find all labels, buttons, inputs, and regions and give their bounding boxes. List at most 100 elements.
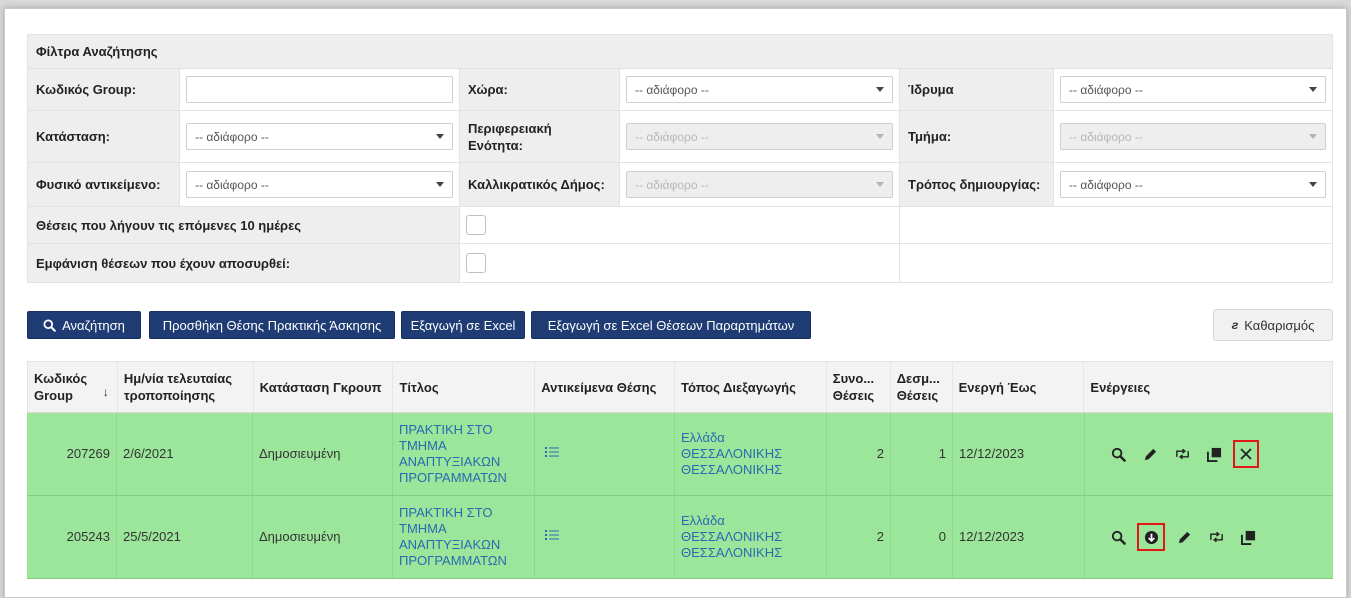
region-label: Περιφερειακή Ενότητα:: [460, 111, 620, 162]
add-position-button[interactable]: Προσθήκη Θέσης Πρακτικής Άσκησης: [149, 311, 395, 339]
chevron-down-icon: [876, 182, 884, 187]
cell-title[interactable]: ΠΡΑΚΤΙΚΗ ΣΤΟ ΤΜΗΜΑ ΑΝΑΠΤΥΞΙΑΚΩΝ ΠΡΟΓΡΑΜΜ…: [393, 413, 535, 495]
edit-icon[interactable]: [1139, 443, 1161, 465]
table-header: Κωδικός Group ↓ Ημ/νία τελευταίας τροποπ…: [27, 361, 1333, 413]
retweet-icon[interactable]: [1205, 526, 1227, 548]
physical-object-label: Φυσικό αντικείμενο:: [28, 163, 180, 206]
chevron-down-icon: [876, 134, 884, 139]
header-group-code[interactable]: Κωδικός Group ↓: [28, 362, 118, 412]
filter-row-1: Κωδικός Group: Χώρα: -- αδιάφορο -- Ίδρυ…: [28, 69, 1332, 111]
cell-group-status: Δημοσιευμένη: [253, 413, 393, 495]
view-icon[interactable]: [1107, 443, 1129, 465]
country-select-value: -- αδιάφορο --: [635, 82, 709, 97]
withdrawn-checkbox[interactable]: [466, 253, 486, 273]
clone-icon[interactable]: [1203, 443, 1225, 465]
refresh-icon: ƨ: [1231, 318, 1239, 332]
group-code-label: Κωδικός Group:: [28, 69, 180, 110]
cell-position-objects: [535, 413, 675, 495]
country-label: Χώρα:: [460, 69, 620, 110]
physical-object-select-value: -- αδιάφορο --: [195, 177, 269, 192]
cell-bound-positions: 1: [891, 413, 953, 495]
physical-object-cell: -- αδιάφορο --: [180, 163, 460, 206]
filter-row-2: Κατάσταση: -- αδιάφορο -- Περιφερειακή Ε…: [28, 111, 1332, 163]
department-select: -- αδιάφορο --: [1060, 123, 1326, 150]
creation-method-cell: -- αδιάφορο --: [1054, 163, 1332, 206]
department-cell: -- αδιάφορο --: [1054, 111, 1332, 162]
expiring-cell: [460, 207, 900, 243]
search-button-label: Αναζήτηση: [62, 317, 125, 333]
country-select[interactable]: -- αδιάφορο --: [626, 76, 893, 103]
header-actions: Ενέργειες: [1090, 379, 1151, 395]
cell-group-status: Δημοσιευμένη: [253, 496, 393, 578]
cell-last-modified: 25/5/2021: [117, 496, 253, 578]
institution-select[interactable]: -- αδιάφορο --: [1060, 76, 1326, 103]
edit-icon[interactable]: [1173, 526, 1195, 548]
department-label: Τμήμα:: [900, 111, 1054, 162]
institution-select-value: -- αδιάφορο --: [1069, 82, 1143, 97]
header-bound-positions[interactable]: Δεσμ... Θέσεις: [891, 362, 953, 412]
creation-method-label: Τρόπος δημιουργίας:: [900, 163, 1054, 206]
expiring-checkbox[interactable]: [466, 215, 486, 235]
delete-icon[interactable]: [1233, 440, 1259, 468]
municipality-select: -- αδιάφορο --: [626, 171, 893, 198]
chevron-down-icon: [1309, 182, 1317, 187]
retweet-icon[interactable]: [1171, 443, 1193, 465]
header-active-until[interactable]: Ενεργή Έως: [953, 362, 1085, 412]
physical-object-select[interactable]: -- αδιάφορο --: [186, 171, 453, 198]
view-icon[interactable]: [1107, 526, 1129, 548]
export-excel-branches-button[interactable]: Εξαγωγή σε Excel Θέσεων Παραρτημάτων: [531, 311, 811, 339]
header-group-status[interactable]: Κατάσταση Γκρουπ: [254, 362, 394, 412]
institution-cell: -- αδιάφορο --: [1054, 69, 1332, 110]
cell-location: Ελλάδα ΘΕΣΣΑΛΟΝΙΚΗΣ ΘΕΣΣΑΛΟΝΙΚΗΣ: [675, 496, 827, 578]
empty-cell: [900, 244, 1332, 282]
search-icon: [43, 318, 56, 332]
cell-active-until: 12/12/2023: [953, 496, 1085, 578]
export-excel-button[interactable]: Εξαγωγή σε Excel: [401, 311, 525, 339]
header-position-objects[interactable]: Αντικείμενα Θέσης: [535, 362, 676, 412]
cell-active-until: 12/12/2023: [953, 413, 1085, 495]
list-icon[interactable]: [541, 529, 559, 545]
withdraw-icon[interactable]: [1137, 523, 1165, 551]
municipality-label: Καλλικρατικός Δήμος:: [460, 163, 620, 206]
clone-icon[interactable]: [1237, 526, 1259, 548]
cell-actions: [1085, 413, 1333, 495]
cell-position-objects: [535, 496, 675, 578]
filter-row-4: Θέσεις που λήγουν τις επόμενες 10 ημέρες: [28, 207, 1332, 244]
withdrawn-label: Εμφάνιση θέσεων που έχουν αποσυρθεί:: [28, 244, 460, 282]
list-icon[interactable]: [541, 446, 559, 462]
empty-cell: [900, 207, 1332, 243]
table-row: 207269 2/6/2021 Δημοσιευμένη ΠΡΑΚΤΙΚΗ ΣΤ…: [27, 413, 1333, 496]
filter-row-5: Εμφάνιση θέσεων που έχουν αποσυρθεί:: [28, 244, 1332, 282]
municipality-select-value: -- αδιάφορο --: [635, 177, 709, 192]
chevron-down-icon: [436, 134, 444, 139]
status-select-value: -- αδιάφορο --: [195, 129, 269, 144]
clear-button[interactable]: ƨ Καθαρισμός: [1213, 309, 1333, 341]
cell-group-code: 205243: [27, 496, 117, 578]
group-code-input[interactable]: [186, 76, 453, 103]
cell-title[interactable]: ΠΡΑΚΤΙΚΗ ΣΤΟ ΤΜΗΜΑ ΑΝΑΠΤΥΞΙΑΚΩΝ ΠΡΟΓΡΑΜΜ…: [393, 496, 535, 578]
country-cell: -- αδιάφορο --: [620, 69, 900, 110]
cell-total-positions: 2: [827, 413, 891, 495]
filters-title: Φίλτρα Αναζήτησης: [28, 35, 1332, 69]
institution-label: Ίδρυμα: [900, 69, 1054, 110]
status-select[interactable]: -- αδιάφορο --: [186, 123, 453, 150]
header-total-positions[interactable]: Συνο... Θέσεις: [827, 362, 891, 412]
search-filters-panel: Φίλτρα Αναζήτησης Κωδικός Group: Χώρα: -…: [27, 34, 1333, 283]
header-location[interactable]: Τόπος Διεξαγωγής: [675, 362, 827, 412]
header-last-modified[interactable]: Ημ/νία τελευταίας τροποποίησης: [118, 362, 254, 412]
creation-method-select[interactable]: -- αδιάφορο --: [1060, 171, 1326, 198]
municipality-cell: -- αδιάφορο --: [620, 163, 900, 206]
chevron-down-icon: [436, 182, 444, 187]
group-code-cell: [180, 69, 460, 110]
cell-location: Ελλάδα ΘΕΣΣΑΛΟΝΙΚΗΣ ΘΕΣΣΑΛΟΝΙΚΗΣ: [675, 413, 827, 495]
header-group-code-label: Κωδικός Group: [34, 371, 88, 403]
table-row: 205243 25/5/2021 Δημοσιευμένη ΠΡΑΚΤΙΚΗ Σ…: [27, 496, 1333, 579]
cell-group-code: 207269: [27, 413, 117, 495]
department-select-value: -- αδιάφορο --: [1069, 129, 1143, 144]
region-select-value: -- αδιάφορο --: [635, 129, 709, 144]
cell-last-modified: 2/6/2021: [117, 413, 253, 495]
header-title[interactable]: Τίτλος: [393, 362, 536, 412]
region-select: -- αδιάφορο --: [626, 123, 893, 150]
clear-button-label: Καθαρισμός: [1244, 317, 1315, 333]
search-button[interactable]: Αναζήτηση: [27, 311, 141, 339]
